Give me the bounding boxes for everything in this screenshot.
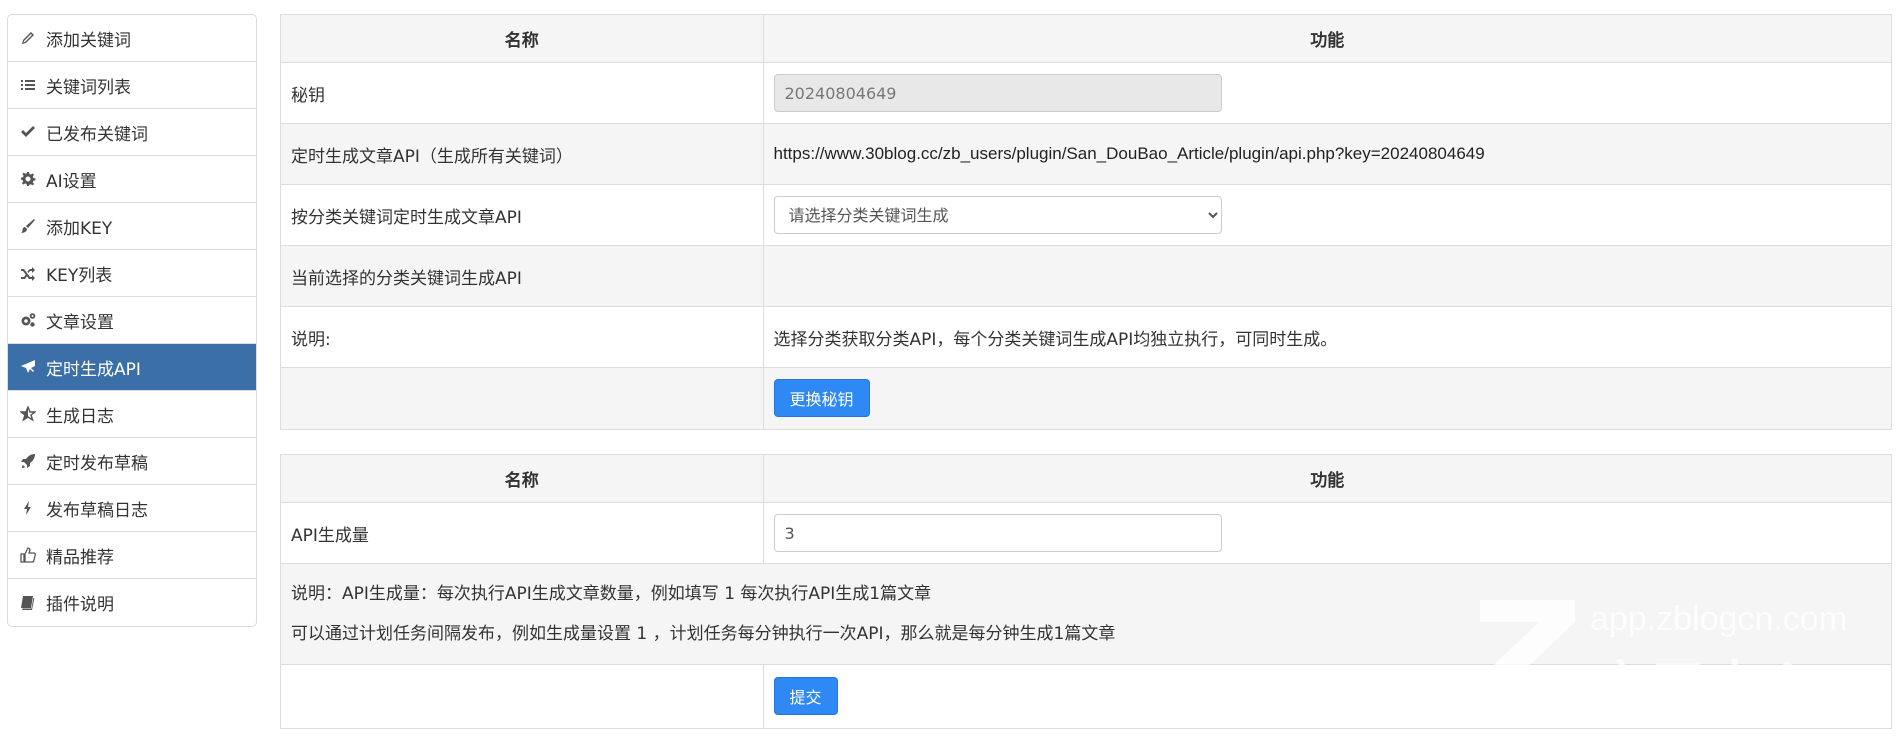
sidebar-item-label: AI设置 bbox=[46, 171, 97, 192]
sidebar-item-add-keyword[interactable]: 添加关键词 bbox=[8, 15, 256, 62]
amount-settings-table: 名称 功能 API生成量 说明：API生成量：每次执行API生成文章数量，例如填… bbox=[281, 455, 1891, 728]
sidebar-item-label: 关键词列表 bbox=[46, 77, 131, 98]
sidebar-item-plugin-docs[interactable]: 插件说明 bbox=[8, 579, 256, 626]
secret-input[interactable] bbox=[773, 74, 1222, 112]
api-settings-table: 名称 功能 秘钥 定时生成文章API（生成所有关键词） https://www.… bbox=[281, 15, 1891, 429]
api-settings-panel: 名称 功能 秘钥 定时生成文章API（生成所有关键词） https://www.… bbox=[280, 14, 1892, 430]
sidebar-item-label: 发布草稿日志 bbox=[46, 500, 148, 521]
sidebar-item-recommendations[interactable]: 精品推荐 bbox=[8, 532, 256, 579]
sidebar-item-published-keywords[interactable]: 已发布关键词 bbox=[8, 109, 256, 156]
book-icon bbox=[20, 595, 36, 611]
pencil-icon bbox=[20, 30, 36, 46]
amount-label: API生成量 bbox=[281, 502, 764, 564]
rocket-icon bbox=[20, 453, 36, 469]
sidebar-item-label: 文章设置 bbox=[46, 312, 114, 333]
category-api-label: 按分类关键词定时生成文章API bbox=[281, 184, 764, 246]
empty-cell bbox=[281, 664, 764, 728]
sidebar-item-add-key[interactable]: 添加KEY bbox=[8, 203, 256, 250]
submit-button[interactable]: 提交 bbox=[773, 677, 838, 716]
sidebar-item-label: 已发布关键词 bbox=[46, 124, 148, 145]
list-icon bbox=[20, 77, 36, 93]
sidebar-item-label: 定时生成API bbox=[46, 359, 141, 380]
amount-note-line-2: 可以通过计划任务间隔发布，例如生成量设置 1 ，计划任务每分钟执行一次API，那… bbox=[291, 624, 1116, 644]
category-select[interactable]: 请选择分类关键词生成 bbox=[773, 196, 1222, 234]
sidebar-item-draft-log[interactable]: 发布草稿日志 bbox=[8, 485, 256, 532]
check-icon bbox=[20, 124, 36, 140]
sidebar-item-generation-log[interactable]: 生成日志 bbox=[8, 391, 256, 438]
sidebar-item-ai-settings[interactable]: AI设置 bbox=[8, 156, 256, 203]
secret-label: 秘钥 bbox=[281, 62, 764, 124]
gears-icon bbox=[20, 312, 36, 328]
all-api-url[interactable]: https://www.30blog.cc/zb_users/plugin/Sa… bbox=[763, 123, 1891, 185]
note-text: 选择分类获取分类API，每个分类关键词生成API均独立执行，可同时生成。 bbox=[763, 306, 1891, 368]
sidebar-item-label: 生成日志 bbox=[46, 406, 114, 427]
current-api-value bbox=[763, 245, 1891, 307]
brush-icon bbox=[20, 218, 36, 234]
sidebar-nav: 添加关键词 关键词列表 已发布关键词 AI设置 添加KEY KEY列表 文章设置… bbox=[7, 14, 257, 627]
header-function: 功能 bbox=[763, 455, 1891, 503]
sidebar-item-label: 插件说明 bbox=[46, 595, 114, 615]
empty-cell bbox=[281, 367, 764, 429]
sidebar-item-label: 添加关键词 bbox=[46, 30, 131, 51]
sidebar-item-label: 定时发布草稿 bbox=[46, 453, 148, 474]
amount-note-line-1: 说明：API生成量：每次执行API生成文章数量，例如填写 1 每次执行API生成… bbox=[291, 584, 932, 604]
note-label: 说明: bbox=[281, 306, 764, 368]
sidebar-item-label: 精品推荐 bbox=[46, 547, 114, 568]
gear-icon bbox=[20, 171, 36, 187]
sidebar-item-label: KEY列表 bbox=[46, 265, 113, 286]
current-api-label: 当前选择的分类关键词生成API bbox=[281, 245, 764, 307]
thumbs-up-icon bbox=[20, 547, 36, 563]
bolt-icon bbox=[20, 500, 36, 516]
header-name: 名称 bbox=[281, 455, 764, 503]
sidebar-item-article-settings[interactable]: 文章设置 bbox=[8, 297, 256, 344]
plane-icon bbox=[20, 359, 36, 375]
header-function: 功能 bbox=[763, 15, 1891, 63]
shuffle-icon bbox=[20, 265, 36, 281]
sidebar-item-scheduled-draft[interactable]: 定时发布草稿 bbox=[8, 438, 256, 485]
sidebar-item-scheduled-api[interactable]: 定时生成API bbox=[8, 344, 256, 391]
sidebar-item-keyword-list[interactable]: 关键词列表 bbox=[8, 62, 256, 109]
change-key-button[interactable]: 更换秘钥 bbox=[773, 379, 870, 418]
sidebar-item-key-list[interactable]: KEY列表 bbox=[8, 250, 256, 297]
all-api-label: 定时生成文章API（生成所有关键词） bbox=[281, 123, 764, 185]
amount-settings-panel: 名称 功能 API生成量 说明：API生成量：每次执行API生成文章数量，例如填… bbox=[280, 454, 1892, 729]
sidebar-item-label: 添加KEY bbox=[46, 218, 113, 239]
star-half-icon bbox=[20, 406, 36, 422]
amount-input[interactable] bbox=[773, 514, 1222, 552]
header-name: 名称 bbox=[281, 15, 764, 63]
